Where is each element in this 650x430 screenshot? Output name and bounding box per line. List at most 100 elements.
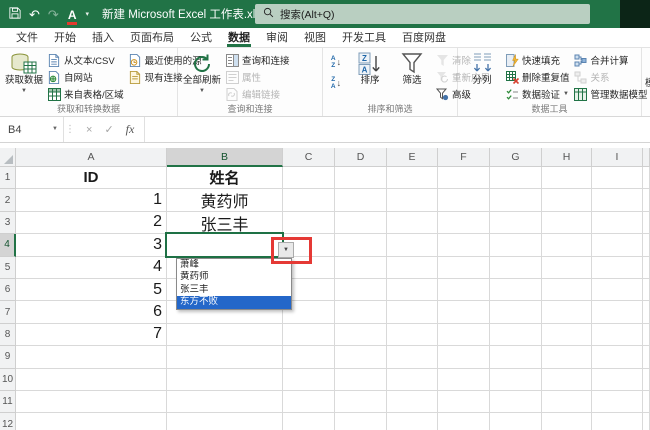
tab-开发工具[interactable]: 开发工具 [334,28,394,47]
cell-A8[interactable]: 7 [16,324,167,346]
获取数据-button[interactable]: 获取数据▼ [3,50,45,95]
tab-开始[interactable]: 开始 [46,28,84,47]
cell-I3[interactable] [592,212,643,234]
redo-icon[interactable]: ↷ [48,8,59,21]
row-header-9[interactable]: 9 [0,346,16,368]
name-box[interactable]: B4 ▼ [0,117,64,142]
cell-H1[interactable] [542,167,592,189]
cell-G11[interactable] [490,391,542,413]
cell-D6[interactable] [335,279,387,301]
cell-E5[interactable] [387,257,438,279]
row-header-1[interactable]: 1 [0,167,16,189]
来自表格/区域-button[interactable]: 来自表格/区域 [45,86,126,102]
column-header-A[interactable]: A [16,148,167,167]
cell-E7[interactable] [387,301,438,323]
cell-E1[interactable] [387,167,438,189]
row-header-12[interactable]: 12 [0,413,16,430]
column-header-E[interactable]: E [387,148,438,167]
column-header-H[interactable]: H [542,148,592,167]
cell-C11[interactable] [283,391,335,413]
name-box-arrow-icon[interactable]: ▼ [52,126,58,132]
cell-G2[interactable] [490,189,542,211]
cell-partial-8[interactable] [643,324,650,346]
cell-C2[interactable] [283,189,335,211]
row-header-2[interactable]: 2 [0,189,16,211]
cell-F10[interactable] [438,369,490,391]
cell-I9[interactable] [592,346,643,368]
search-box[interactable]: 搜索(Alt+Q) [255,4,590,24]
cell-C8[interactable] [283,324,335,346]
cell-F4[interactable] [438,234,490,256]
cell-E12[interactable] [387,413,438,430]
cell-B10[interactable] [167,369,283,391]
cell-B1[interactable]: 姓名 [167,167,283,189]
cell-F3[interactable] [438,212,490,234]
row-header-10[interactable]: 10 [0,369,16,391]
cell-G12[interactable] [490,413,542,430]
cell-D9[interactable] [335,346,387,368]
cell-H10[interactable] [542,369,592,391]
dropdown-item-黄药师[interactable]: 黄药师 [177,271,291,283]
cell-F8[interactable] [438,324,490,346]
cell-I8[interactable] [592,324,643,346]
cell-E8[interactable] [387,324,438,346]
row-header-7[interactable]: 7 [0,301,16,323]
cell-partial-7[interactable] [643,301,650,323]
分列-button[interactable]: 分列 [461,50,503,87]
select-all-corner[interactable] [0,148,16,167]
sort-descending-button[interactable]: ZA↓ [326,74,346,93]
cell-C10[interactable] [283,369,335,391]
cell-A4[interactable]: 3 [16,234,167,256]
cell-A11[interactable] [16,391,167,413]
管理数据模型-button[interactable]: 管理数据模型 [572,86,650,102]
cell-A9[interactable] [16,346,167,368]
cell-C12[interactable] [283,413,335,430]
row-header-5[interactable]: 5 [0,257,16,279]
cell-A10[interactable] [16,369,167,391]
cell-H4[interactable] [542,234,592,256]
tab-插入[interactable]: 插入 [84,28,122,47]
tab-文件[interactable]: 文件 [8,28,46,47]
自网站-button[interactable]: 自网站 [45,69,126,85]
数据验证-button[interactable]: 数据验证▼ [503,86,572,102]
cell-E10[interactable] [387,369,438,391]
cell-I10[interactable] [592,369,643,391]
cell-E2[interactable] [387,189,438,211]
cell-G10[interactable] [490,369,542,391]
cell-I6[interactable] [592,279,643,301]
cell-C3[interactable] [283,212,335,234]
cell-D2[interactable] [335,189,387,211]
undo-icon[interactable]: ↶ [29,8,40,21]
cell-A12[interactable] [16,413,167,430]
cell-G6[interactable] [490,279,542,301]
cell-D12[interactable] [335,413,387,430]
cell-I1[interactable] [592,167,643,189]
cell-B2[interactable]: 黄药师 [167,189,283,211]
sort-ascending-button[interactable]: AZ↓ [326,53,346,72]
cell-E11[interactable] [387,391,438,413]
cell-G1[interactable] [490,167,542,189]
cell-partial-10[interactable] [643,369,650,391]
row-header-11[interactable]: 11 [0,391,16,413]
cell-F7[interactable] [438,301,490,323]
cell-E3[interactable] [387,212,438,234]
cell-H2[interactable] [542,189,592,211]
cell-I7[interactable] [592,301,643,323]
cell-H9[interactable] [542,346,592,368]
column-header-B[interactable]: B [167,148,283,167]
cell-I4[interactable] [592,234,643,256]
cell-A6[interactable]: 5 [16,279,167,301]
column-header-I[interactable]: I [592,148,643,167]
cell-C9[interactable] [283,346,335,368]
cell-F2[interactable] [438,189,490,211]
cell-I5[interactable] [592,257,643,279]
全部刷新-button[interactable]: 全部刷新▼ [181,50,223,95]
cell-F1[interactable] [438,167,490,189]
cell-A1[interactable]: ID [16,167,167,189]
cell-H12[interactable] [542,413,592,430]
cell-D5[interactable] [335,257,387,279]
cell-D11[interactable] [335,391,387,413]
column-header-C[interactable]: C [283,148,335,167]
cell-I11[interactable] [592,391,643,413]
cell-E6[interactable] [387,279,438,301]
